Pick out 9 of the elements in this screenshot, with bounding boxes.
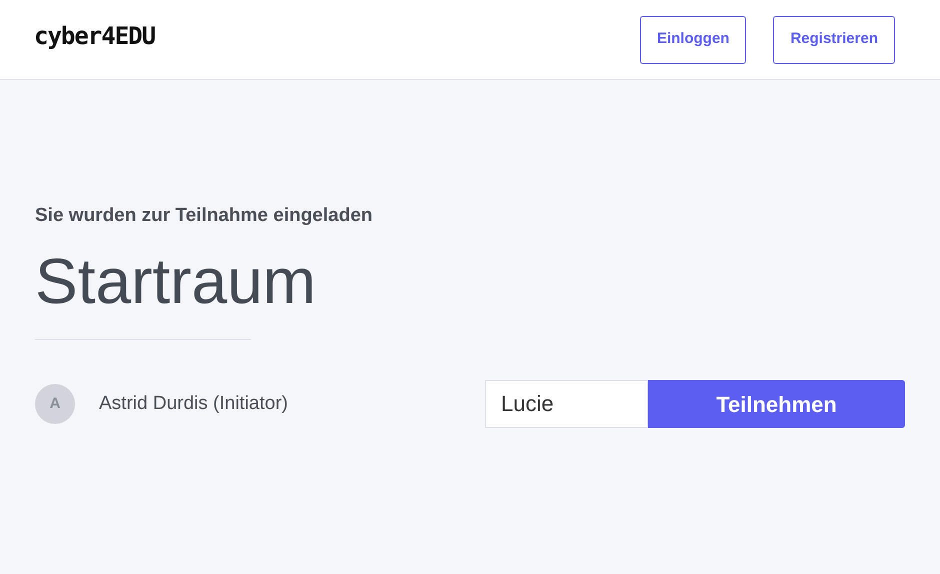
logo: cyber4EDU bbox=[34, 20, 156, 52]
name-field[interactable]: Lucie bbox=[485, 380, 648, 428]
participant-name: Astrid Durdis (Initiator) bbox=[99, 392, 288, 416]
header-button[interactable]: Registrieren bbox=[773, 16, 895, 64]
avatar: A bbox=[35, 384, 75, 424]
invitation-subtitle: Sie wurden zur Teilnahme eingeladen bbox=[35, 204, 374, 228]
room-title: Startraum bbox=[35, 244, 317, 318]
header-button[interactable]: Einloggen bbox=[640, 16, 746, 64]
join-button[interactable]: Teilnehmen bbox=[648, 380, 905, 428]
